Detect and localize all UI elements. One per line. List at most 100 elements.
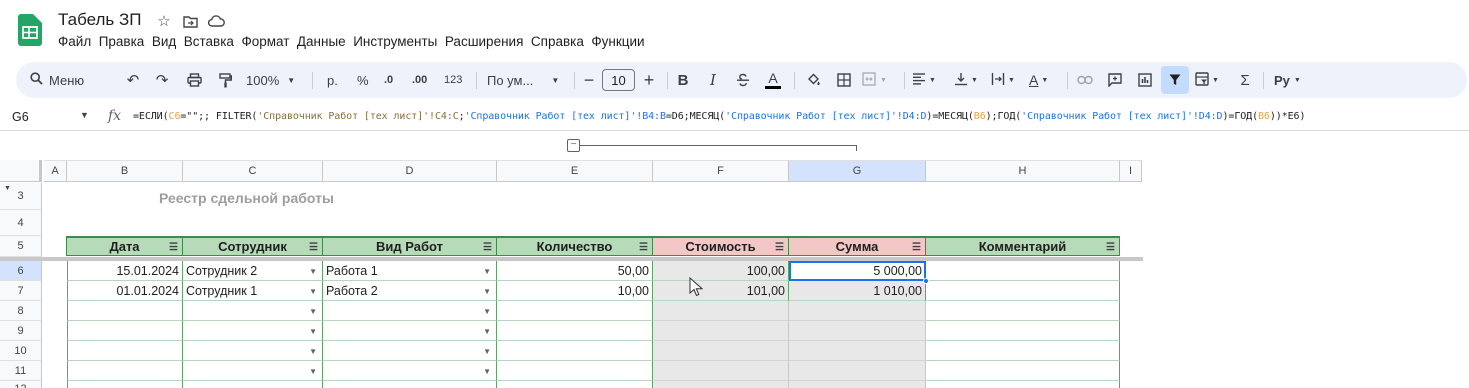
- menu-functions[interactable]: Функции: [591, 34, 652, 52]
- cell-comment[interactable]: [926, 341, 1120, 361]
- cloud-status-icon[interactable]: [206, 11, 226, 31]
- row-header-3[interactable]: ▼ 3: [0, 183, 42, 210]
- cell-work[interactable]: ▼: [323, 361, 497, 381]
- cell-date[interactable]: [67, 361, 183, 381]
- cell-comment[interactable]: [926, 301, 1120, 321]
- cell-cost[interactable]: [653, 341, 789, 361]
- vertical-align-button[interactable]: ▼: [954, 62, 978, 98]
- insert-comment-icon[interactable]: [1104, 62, 1126, 98]
- cell-date[interactable]: 01.01.2024: [67, 281, 183, 301]
- cell-employee[interactable]: ▼: [183, 361, 323, 381]
- text-rotation-button[interactable]: A ▼: [1029, 62, 1048, 98]
- header-comment[interactable]: Комментарий ☰: [926, 236, 1120, 256]
- filter-toggle-icon[interactable]: ☰: [639, 242, 648, 253]
- header-sum[interactable]: Сумма ☰: [789, 236, 926, 256]
- move-folder-icon[interactable]: [180, 11, 200, 31]
- cell-cost[interactable]: [653, 361, 789, 381]
- star-icon[interactable]: ☆: [154, 11, 174, 31]
- sheet-title-cell[interactable]: Реестр сдельной работы: [159, 190, 334, 206]
- dropdown-chevron-icon[interactable]: ▼: [483, 307, 491, 316]
- italic-button[interactable]: I: [702, 62, 724, 98]
- select-all-corner[interactable]: [0, 160, 42, 182]
- menu-extensions[interactable]: Расширения: [445, 34, 531, 52]
- filter-icon[interactable]: [1161, 66, 1189, 94]
- dropdown-chevron-icon[interactable]: ▼: [309, 347, 317, 356]
- cell-qty[interactable]: [497, 301, 653, 321]
- column-header-b[interactable]: B: [67, 160, 183, 182]
- percent-format-button[interactable]: %: [357, 62, 369, 98]
- cell-qty[interactable]: [497, 381, 653, 388]
- insert-chart-icon[interactable]: [1134, 62, 1156, 98]
- cell-employee[interactable]: ▼: [183, 381, 323, 388]
- paint-format-icon[interactable]: [214, 62, 236, 98]
- filter-views-button[interactable]: ▼: [1195, 62, 1219, 98]
- dropdown-chevron-icon[interactable]: ▼: [309, 267, 317, 276]
- dropdown-chevron-icon[interactable]: ▼: [483, 367, 491, 376]
- row-group-caret-icon[interactable]: ▼: [4, 185, 11, 192]
- cell-comment[interactable]: [926, 321, 1120, 341]
- filter-toggle-icon[interactable]: ☰: [483, 242, 492, 253]
- cell-sum[interactable]: [789, 361, 926, 381]
- column-header-e[interactable]: E: [497, 160, 653, 182]
- cell-qty[interactable]: [497, 341, 653, 361]
- cell-date[interactable]: [67, 321, 183, 341]
- increase-decimal-button[interactable]: .00: [412, 62, 427, 98]
- cell-date[interactable]: [67, 301, 183, 321]
- cell-employee[interactable]: ▼: [183, 301, 323, 321]
- decrease-decimal-button[interactable]: .0: [384, 62, 393, 98]
- cell-employee[interactable]: Сотрудник 2 ▼: [183, 261, 323, 281]
- cell-employee[interactable]: ▼: [183, 321, 323, 341]
- cell-sum[interactable]: [789, 381, 926, 388]
- dropdown-chevron-icon[interactable]: ▼: [309, 327, 317, 336]
- cell-qty[interactable]: 10,00: [497, 281, 653, 301]
- column-header-a[interactable]: A: [44, 160, 67, 182]
- header-quantity[interactable]: Количество ☰: [497, 236, 653, 256]
- font-size-increase-button[interactable]: +: [638, 62, 660, 98]
- bold-button[interactable]: B: [672, 62, 694, 98]
- row-header-4[interactable]: 4: [0, 210, 42, 236]
- fill-color-icon[interactable]: [802, 62, 824, 98]
- column-header-g[interactable]: G: [789, 160, 926, 182]
- dropdown-chevron-icon[interactable]: ▼: [483, 347, 491, 356]
- dropdown-chevron-icon[interactable]: ▼: [309, 367, 317, 376]
- currency-format-button[interactable]: р.: [327, 62, 338, 98]
- cell-sum[interactable]: 1 010,00: [789, 281, 926, 301]
- font-select[interactable]: По ум... ▼: [487, 62, 559, 98]
- text-wrap-button[interactable]: ▼: [991, 62, 1015, 98]
- column-header-c[interactable]: C: [183, 160, 323, 182]
- cell-sum[interactable]: [789, 301, 926, 321]
- row-header-11[interactable]: 11: [0, 361, 42, 381]
- cell-employee[interactable]: ▼: [183, 341, 323, 361]
- cell-date[interactable]: [67, 381, 183, 388]
- header-cost[interactable]: Стоимость ☰: [653, 236, 789, 256]
- row-header-7[interactable]: 7: [0, 281, 42, 301]
- functions-button[interactable]: Σ: [1234, 62, 1256, 98]
- py-extension-button[interactable]: Py ▼: [1274, 62, 1301, 98]
- cell-comment[interactable]: [926, 381, 1120, 388]
- header-work-type[interactable]: Вид Работ ☰: [323, 236, 497, 256]
- menu-file[interactable]: Файл: [58, 34, 99, 52]
- cell-employee[interactable]: Сотрудник 1 ▼: [183, 281, 323, 301]
- cell-cost[interactable]: [653, 301, 789, 321]
- chevron-down-icon[interactable]: ▼: [80, 110, 89, 120]
- redo-icon[interactable]: ↷: [151, 62, 173, 98]
- name-box[interactable]: G6: [12, 110, 29, 124]
- selected-cell-g6[interactable]: [789, 261, 926, 281]
- text-color-button[interactable]: A: [762, 62, 784, 98]
- filter-toggle-icon[interactable]: ☰: [912, 242, 921, 253]
- strikethrough-icon[interactable]: [732, 62, 754, 98]
- column-header-i[interactable]: I: [1120, 160, 1142, 182]
- row-header-9[interactable]: 9: [0, 321, 42, 341]
- undo-icon[interactable]: ↶: [122, 62, 144, 98]
- font-size-decrease-button[interactable]: −: [578, 62, 600, 98]
- menu-help[interactable]: Справка: [531, 34, 591, 52]
- filter-toggle-icon[interactable]: ☰: [169, 242, 178, 253]
- menu-search-button[interactable]: Меню: [30, 62, 84, 98]
- filter-toggle-icon[interactable]: ☰: [1106, 242, 1115, 253]
- dropdown-chevron-icon[interactable]: ▼: [483, 327, 491, 336]
- cell-cost[interactable]: [653, 321, 789, 341]
- cell-qty[interactable]: 50,00: [497, 261, 653, 281]
- column-header-h[interactable]: H: [926, 160, 1120, 182]
- zoom-select[interactable]: 100% ▼: [246, 62, 295, 98]
- cell-cost[interactable]: [653, 381, 789, 388]
